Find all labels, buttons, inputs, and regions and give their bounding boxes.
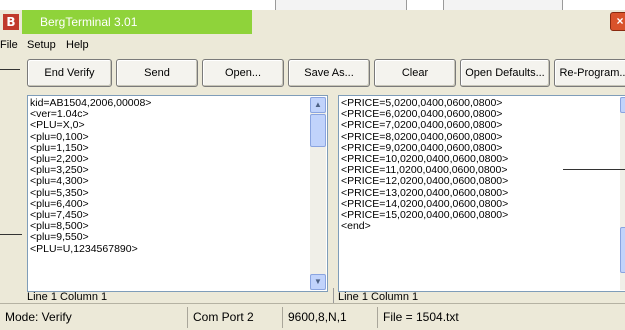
callout-line: [0, 69, 20, 70]
close-icon: ×: [616, 14, 624, 28]
status-port: Com Port 2: [187, 307, 282, 328]
open-button[interactable]: Open...: [202, 59, 284, 87]
app-window: B BergTerminal 3.01 × File Setup Help En…: [0, 10, 625, 330]
reprogram-button[interactable]: Re-Program...: [554, 59, 625, 87]
window-title: BergTerminal 3.01: [40, 15, 138, 29]
scroll-thumb[interactable]: [620, 227, 625, 273]
send-button[interactable]: Send: [116, 59, 198, 87]
status-file: File = 1504.txt: [377, 307, 625, 328]
right-cursor-position: Line 1 Column 1: [338, 291, 419, 303]
open-defaults-button[interactable]: Open Defaults...: [460, 59, 550, 87]
pane-divider: [333, 288, 334, 304]
scroll-thumb[interactable]: [310, 114, 326, 147]
right-scrollbar[interactable]: ▲: [620, 97, 625, 290]
menu-file[interactable]: File: [0, 39, 18, 51]
menu-setup[interactable]: Setup: [27, 39, 56, 51]
received-text-area[interactable]: kid=AB1504,2006,00008> <ver=1.04c> <PLU=…: [27, 95, 328, 292]
scroll-up-icon[interactable]: ▲: [310, 97, 326, 113]
app-icon: B: [3, 14, 19, 30]
end-verify-button[interactable]: End Verify: [27, 59, 112, 87]
callout-line: [563, 169, 625, 170]
sent-text-area[interactable]: <PRICE=5,0200,0400,0600,0800> <PRICE=6,0…: [338, 95, 625, 292]
received-text: kid=AB1504,2006,00008> <ver=1.04c> <PLU=…: [30, 97, 152, 255]
left-cursor-position: Line 1 Column 1: [27, 291, 108, 303]
menu-bar: File Setup Help: [0, 38, 625, 54]
clear-button[interactable]: Clear: [374, 59, 456, 87]
scroll-up-icon[interactable]: ▲: [620, 97, 625, 113]
scroll-down-icon[interactable]: ▼: [310, 274, 326, 290]
left-scrollbar[interactable]: ▲ ▼: [310, 97, 326, 290]
callout-line: [0, 234, 22, 235]
status-bar: Mode: Verify Com Port 2 9600,8,N,1 File …: [0, 303, 625, 330]
save-as-button[interactable]: Save As...: [288, 59, 370, 87]
status-mode: Mode: Verify: [5, 310, 72, 324]
title-bar: B BergTerminal 3.01 ×: [0, 10, 625, 34]
sent-text: <PRICE=5,0200,0400,0600,0800> <PRICE=6,0…: [341, 97, 509, 233]
close-button[interactable]: ×: [610, 12, 625, 31]
menu-help[interactable]: Help: [66, 39, 89, 51]
status-settings: 9600,8,N,1: [282, 307, 377, 328]
